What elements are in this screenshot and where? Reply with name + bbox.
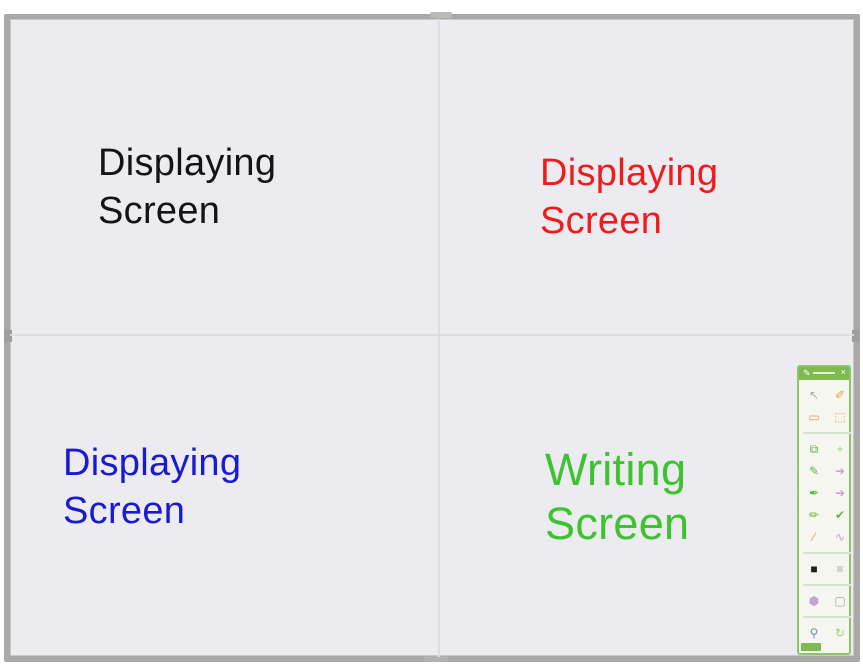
- top-right-line1: Displaying: [540, 152, 719, 194]
- frame-icon[interactable]: ▢: [829, 592, 851, 610]
- toolbar-separator: [803, 552, 851, 554]
- toolbar-buttons: ↖ ✐ ▭ ⬚ ⧉ + ✎ ➜ ✒ ➔ ✏ ✔ ⁄ ∿ ■ ≡ ⬢ ▢ ⚲ ↻: [799, 380, 851, 642]
- color-swatch-icon[interactable]: ■: [803, 560, 825, 578]
- bottom-right-screen-label: Writing Screen: [545, 443, 689, 551]
- rectangle-select-icon[interactable]: ⬚: [829, 408, 851, 426]
- right-mount-clip: [852, 330, 860, 342]
- toolbar-separator: [803, 432, 851, 434]
- top-right-screen-label: Displaying Screen: [540, 150, 718, 245]
- top-mount-clip: [430, 12, 452, 18]
- arrow-icon[interactable]: ➜: [829, 462, 851, 480]
- zoom-icon[interactable]: ⚲: [803, 624, 825, 642]
- top-left-screen-label: Displaying Screen: [98, 140, 276, 235]
- bottom-left-screen-label: Displaying Screen: [63, 440, 241, 535]
- top-right-line2: Screen: [540, 199, 663, 242]
- select-box-icon[interactable]: ▭: [803, 408, 825, 426]
- refresh-icon[interactable]: ↻: [829, 624, 851, 642]
- bottom-right-line2: Screen: [545, 498, 690, 549]
- whiteboard-frame: [4, 14, 860, 662]
- add-icon[interactable]: +: [829, 440, 851, 458]
- toolbar-separator: [803, 616, 851, 618]
- pen-icon[interactable]: ✎: [803, 462, 825, 480]
- stamp-icon[interactable]: ⬢: [803, 592, 825, 610]
- highlighter-icon[interactable]: ✐: [829, 386, 851, 404]
- toolbar-pen-icon: ✎: [803, 368, 811, 378]
- arrow-right-icon[interactable]: ➔: [829, 484, 851, 502]
- marker-icon[interactable]: ✏: [803, 506, 825, 524]
- toolbar-title-bar[interactable]: ✎ ×: [799, 367, 849, 380]
- screen-capture-icon[interactable]: ⧉: [803, 440, 825, 458]
- bottom-left-line2: Screen: [63, 489, 186, 532]
- bottom-mount-clip: [424, 656, 448, 662]
- vertical-panel-divider: [438, 19, 440, 657]
- line-width-icon[interactable]: ≡: [829, 560, 851, 578]
- curve-icon[interactable]: ∿: [829, 528, 851, 546]
- toolbar-title-line: [813, 372, 835, 374]
- pointer-icon[interactable]: ↖: [803, 386, 825, 404]
- bottom-left-line1: Displaying: [63, 442, 242, 484]
- horizontal-panel-divider: [10, 334, 854, 336]
- toolbar-footer-grip[interactable]: [801, 643, 821, 651]
- eraser-icon[interactable]: ⁄: [803, 528, 825, 546]
- toolbar-separator: [803, 584, 851, 586]
- top-left-line2: Screen: [98, 189, 221, 232]
- check-icon[interactable]: ✔: [829, 506, 851, 524]
- close-icon[interactable]: ×: [841, 367, 846, 377]
- bottom-right-line1: Writing: [545, 444, 687, 495]
- annotation-toolbar[interactable]: ✎ × ↖ ✐ ▭ ⬚ ⧉ + ✎ ➜ ✒ ➔ ✏ ✔ ⁄ ∿ ■ ≡ ⬢ ▢ …: [797, 365, 851, 655]
- left-mount-clip: [4, 330, 12, 342]
- top-left-line1: Displaying: [98, 142, 277, 184]
- brush-icon[interactable]: ✒: [803, 484, 825, 502]
